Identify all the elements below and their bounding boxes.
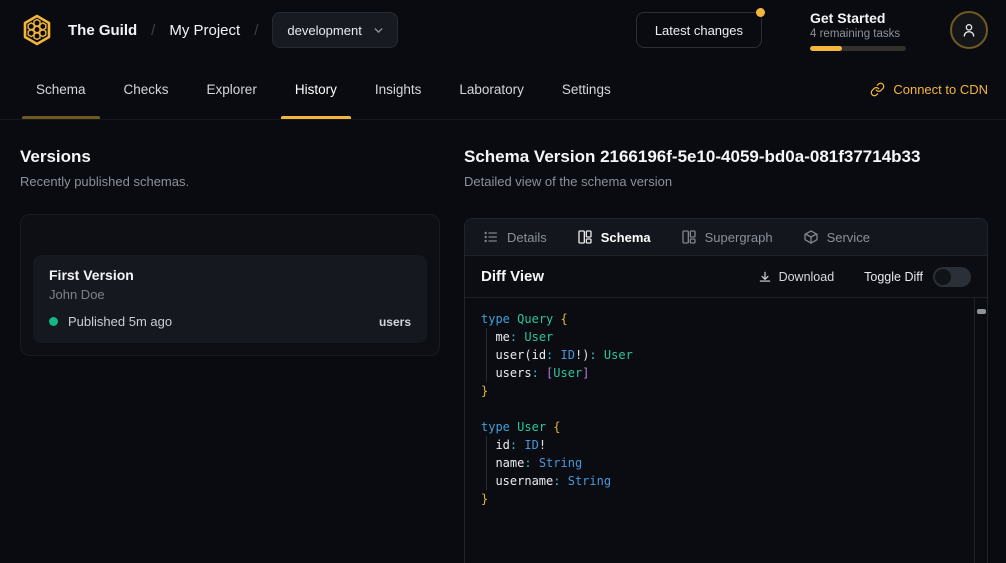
indent-guide	[486, 436, 487, 490]
code-lines: type Query { me: User user(id: ID!): Use…	[481, 310, 957, 508]
code-line: me: User	[481, 328, 957, 346]
app-window: The Guild / My Project / development Lat…	[0, 0, 1006, 563]
code-line: username: String	[481, 472, 957, 490]
tab-label: Service	[827, 230, 870, 245]
code-line: id: ID!	[481, 436, 957, 454]
breadcrumb-org[interactable]: The Guild	[68, 22, 137, 39]
get-started-subtitle: 4 remaining tasks	[810, 28, 906, 40]
version-author: John Doe	[49, 287, 411, 302]
tab-label: Schema	[601, 230, 651, 245]
get-started-widget[interactable]: Get Started 4 remaining tasks	[810, 10, 906, 51]
versions-subtitle: Recently published schemas.	[20, 174, 440, 189]
cube-icon	[803, 229, 819, 245]
nav-tab-label: Settings	[562, 82, 611, 97]
nav-tab-label: Laboratory	[459, 82, 524, 97]
get-started-progressbar	[810, 46, 906, 51]
breadcrumb-separator: /	[254, 22, 258, 39]
tab-label: Supergraph	[705, 230, 773, 245]
download-button[interactable]: Download	[758, 270, 835, 284]
nav-tab-explorer[interactable]: Explorer	[193, 60, 271, 119]
schema-code-viewer: type Query { me: User user(id: ID!): Use…	[465, 298, 987, 563]
nav-tab-settings[interactable]: Settings	[548, 60, 625, 119]
versions-column: Versions Recently published schemas. Fir…	[20, 120, 440, 563]
diff-view-title: Diff View	[481, 268, 544, 285]
code-line: user(id: ID!): User	[481, 346, 957, 364]
connect-to-cdn-button[interactable]: Connect to CDN	[870, 82, 988, 97]
link-icon	[870, 82, 885, 97]
version-detail-column: Schema Version 2166196f-5e10-4059-bd0a-0…	[464, 120, 988, 563]
top-header: The Guild / My Project / development Lat…	[0, 0, 1006, 60]
published-status-dot	[49, 317, 58, 326]
breadcrumb: The Guild / My Project / development	[68, 12, 398, 48]
code-line: type User {	[481, 418, 957, 436]
nav-tab-label: Explorer	[207, 82, 257, 97]
schema-version-subtitle: Detailed view of the schema version	[464, 174, 988, 189]
toggle-diff-switch[interactable]	[933, 267, 971, 287]
code-line: }	[481, 490, 957, 508]
version-service-badge: users	[379, 315, 411, 329]
nav-tab-label: History	[295, 82, 337, 97]
nav-tab-schema[interactable]: Schema	[22, 60, 100, 119]
hive-honeycomb-icon	[20, 13, 54, 47]
diff-view-header: Diff View Download Toggle Diff	[465, 256, 987, 298]
vertical-scrollbar[interactable]	[974, 298, 987, 563]
breadcrumb-project[interactable]: My Project	[169, 22, 240, 39]
main-content: Versions Recently published schemas. Fir…	[0, 120, 1006, 563]
target-select-value: development	[287, 23, 361, 38]
list-icon	[483, 229, 499, 245]
tab-underline	[22, 116, 100, 119]
get-started-progress-fill	[810, 46, 842, 51]
target-select[interactable]: development	[272, 12, 397, 48]
notification-dot	[756, 8, 765, 17]
code-line: }	[481, 382, 957, 400]
toggle-knob	[935, 269, 951, 285]
code-line: users: [User]	[481, 364, 957, 382]
tab-underline	[281, 116, 351, 119]
toggle-diff-label: Toggle Diff	[864, 270, 923, 284]
nav-tab-label: Checks	[124, 82, 169, 97]
tab-details[interactable]: Details	[483, 229, 547, 245]
columns-icon	[577, 229, 593, 245]
version-name: First Version	[49, 267, 411, 283]
get-started-title: Get Started	[810, 10, 906, 26]
scrollbar-thumb[interactable]	[977, 309, 986, 314]
versions-list-card: First Version John Doe Published 5m ago …	[20, 214, 440, 356]
version-list-item[interactable]: First Version John Doe Published 5m ago …	[33, 255, 427, 343]
nav-tab-label: Schema	[36, 82, 86, 97]
version-status: Published 5m ago	[68, 314, 172, 329]
indent-guide	[486, 328, 487, 382]
latest-changes-label: Latest changes	[655, 23, 743, 38]
latest-changes-button[interactable]: Latest changes	[636, 12, 762, 48]
nav-spacer	[635, 60, 871, 119]
diff-actions: Download Toggle Diff	[758, 267, 971, 287]
nav-tab-checks[interactable]: Checks	[110, 60, 183, 119]
detail-tabs: Details Schema Supergraph	[465, 219, 987, 256]
nav-tab-history[interactable]: History	[281, 60, 351, 119]
download-label: Download	[779, 270, 835, 284]
download-icon	[758, 270, 772, 284]
person-icon	[961, 22, 977, 38]
nav-tab-laboratory[interactable]: Laboratory	[445, 60, 538, 119]
tab-supergraph[interactable]: Supergraph	[681, 229, 773, 245]
tab-label: Details	[507, 230, 547, 245]
versions-title: Versions	[20, 147, 440, 167]
hive-logo[interactable]	[18, 11, 56, 49]
tab-service[interactable]: Service	[803, 229, 870, 245]
nav-tab-insights[interactable]: Insights	[361, 60, 436, 119]
version-meta-row: Published 5m ago users	[49, 314, 411, 329]
tab-schema[interactable]: Schema	[577, 229, 651, 245]
code-line	[481, 400, 957, 418]
breadcrumb-separator: /	[151, 22, 155, 39]
columns-icon	[681, 229, 697, 245]
schema-version-title: Schema Version 2166196f-5e10-4059-bd0a-0…	[464, 147, 988, 167]
version-detail-panel: Details Schema Supergraph	[464, 218, 988, 563]
nav-tab-label: Insights	[375, 82, 422, 97]
user-avatar[interactable]	[950, 11, 988, 49]
code-line: name: String	[481, 454, 957, 472]
connect-to-cdn-label: Connect to CDN	[893, 82, 988, 97]
main-nav: Schema Checks Explorer History Insights …	[0, 60, 1006, 120]
chevron-down-icon	[372, 24, 385, 37]
code-line: type Query {	[481, 310, 957, 328]
